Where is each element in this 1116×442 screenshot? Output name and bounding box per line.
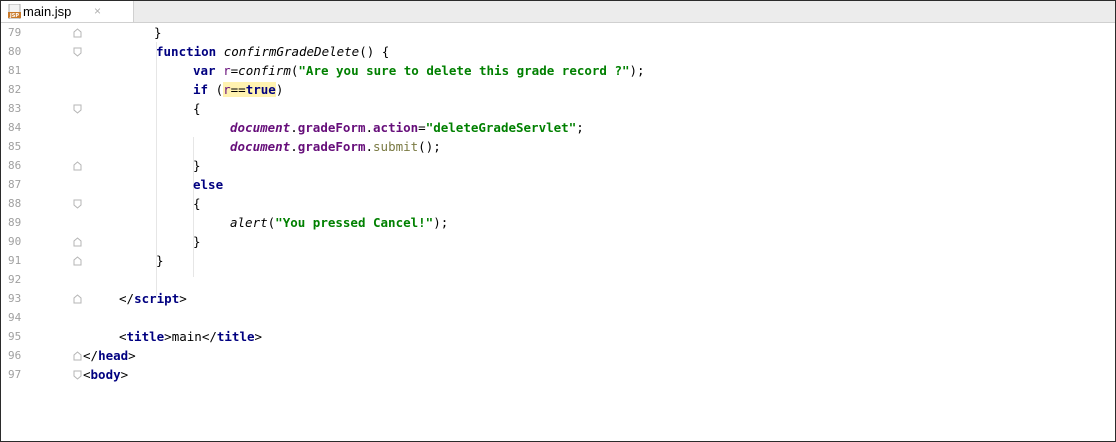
code-line-97: 97 <body>: [8, 367, 129, 382]
code-line-85: 85 document.gradeForm.submit();: [8, 139, 441, 154]
fold-end-icon[interactable]: [73, 161, 82, 171]
line-number: 85: [8, 140, 22, 153]
tab-filename: main.jsp: [23, 4, 72, 19]
code-line-93: 93 </script>: [8, 291, 187, 306]
fold-start-icon[interactable]: [73, 47, 82, 57]
code-line-80: 80 function confirmGradeDelete() {: [8, 44, 390, 59]
code-line-92: 92: [1, 270, 1115, 289]
line-number: 88: [8, 197, 22, 210]
line-number: 96: [8, 349, 22, 362]
fold-end-icon[interactable]: [73, 256, 82, 266]
line-number: 94: [8, 311, 22, 324]
code-line-79: 79 }: [8, 25, 162, 40]
code-line-91: 91 }: [8, 253, 164, 268]
code-editor[interactable]: 79 } 80 function confirmGradeDelete() { …: [1, 23, 1115, 441]
fold-end-icon[interactable]: [73, 28, 82, 38]
code-line-94: 94: [1, 308, 1115, 327]
jsp-file-icon: JSP: [8, 4, 21, 19]
tab-main-jsp[interactable]: JSP main.jsp ×: [1, 1, 134, 22]
fold-start-icon[interactable]: [73, 199, 82, 209]
line-number: 81: [8, 64, 22, 77]
code-line-89: 89 alert("You pressed Cancel!");: [8, 215, 449, 230]
line-number: 97: [8, 368, 22, 381]
fold-end-icon[interactable]: [73, 294, 82, 304]
code-line-90: 90 }: [8, 234, 201, 249]
line-number: 90: [8, 235, 22, 248]
line-number: 95: [8, 330, 22, 343]
code-line-96: 96 </head>: [8, 348, 136, 363]
line-number: 84: [8, 121, 22, 134]
close-tab-icon[interactable]: ×: [94, 4, 101, 18]
line-number: 92: [8, 273, 22, 286]
fold-end-icon[interactable]: [73, 351, 82, 361]
fold-start-icon[interactable]: [73, 104, 82, 114]
code-line-84: 84 document.gradeForm.action="deleteGrad…: [8, 120, 584, 135]
line-number: 80: [8, 45, 22, 58]
line-number: 79: [8, 26, 22, 39]
editor-tab-bar: JSP main.jsp ×: [1, 1, 1115, 23]
line-number: 83: [8, 102, 22, 115]
line-number: 87: [8, 178, 22, 191]
code-line-83: 83 {: [8, 101, 201, 116]
fold-start-icon[interactable]: [73, 370, 82, 380]
ide-window: JSP main.jsp × 79 } 80 function confirmG…: [0, 0, 1116, 442]
line-number: 82: [8, 83, 22, 96]
line-number: 91: [8, 254, 22, 267]
line-number: 93: [8, 292, 22, 305]
code-line-86: 86 }: [8, 158, 201, 173]
svg-text:JSP: JSP: [9, 13, 19, 19]
code-line-88: 88 {: [8, 196, 201, 211]
line-number: 89: [8, 216, 22, 229]
line-number: 86: [8, 159, 22, 172]
code-line-95: 95 <title>main</title>: [8, 329, 263, 344]
fold-end-icon[interactable]: [73, 237, 82, 247]
code-line-81: 81 var r=confirm("Are you sure to delete…: [8, 63, 645, 78]
code-line-82: 82 if (r==true): [8, 82, 284, 97]
code-line-87: 87 else: [8, 177, 224, 192]
